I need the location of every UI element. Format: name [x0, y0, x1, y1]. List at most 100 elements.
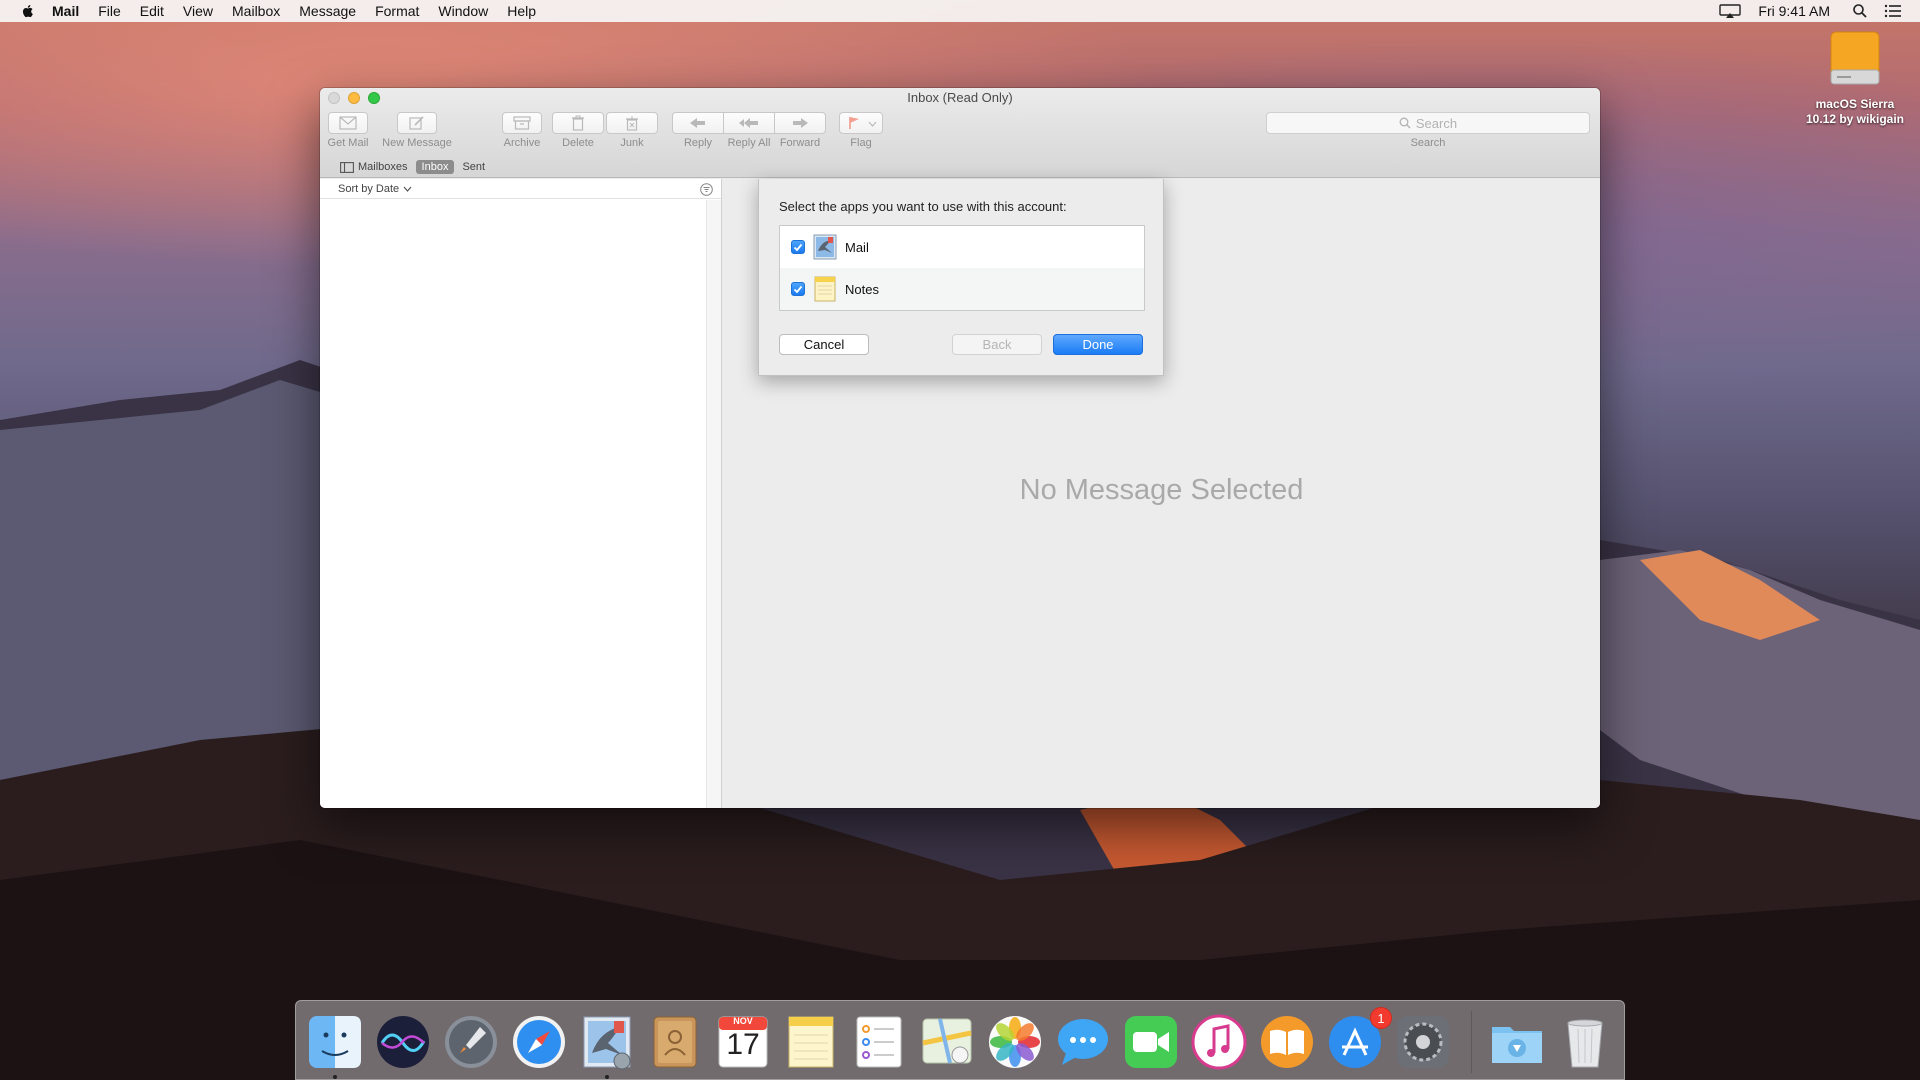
menu-format[interactable]: Format [375, 3, 419, 19]
dock-maps[interactable] [918, 1013, 976, 1071]
forward-label: Forward [779, 137, 821, 149]
flag-label: Flag [850, 137, 872, 149]
ibooks-icon [1261, 1016, 1313, 1068]
launchpad-icon [445, 1016, 497, 1068]
mailboxes-toggle[interactable]: Mailboxes [334, 160, 414, 174]
messages-icon [1058, 1019, 1108, 1065]
airplay-icon[interactable] [1718, 3, 1742, 19]
done-button[interactable]: Done [1053, 334, 1143, 355]
delete-button[interactable] [552, 112, 604, 134]
photos-icon [989, 1016, 1041, 1068]
notes-icon [788, 1016, 834, 1068]
envelope-icon [339, 116, 357, 130]
dock: NOV 17 1 [295, 1000, 1625, 1080]
forward-button[interactable] [774, 112, 826, 134]
archive-button[interactable] [502, 112, 542, 134]
dock-app-store[interactable]: 1 [1326, 1007, 1392, 1071]
menu-view[interactable]: View [183, 3, 213, 19]
dock-contacts[interactable] [646, 1013, 704, 1071]
sort-by-date-button[interactable]: Sort by Date [338, 183, 399, 195]
dock-system-preferences[interactable] [1394, 1013, 1452, 1071]
compose-icon [409, 116, 424, 130]
dock-safari[interactable] [510, 1013, 568, 1071]
dock-calendar[interactable]: NOV 17 [714, 1013, 772, 1071]
mail-checkbox[interactable] [791, 240, 805, 254]
dock-mail[interactable] [578, 1013, 636, 1071]
dock-separator [1471, 1011, 1472, 1073]
search-field[interactable]: Search [1266, 112, 1590, 134]
account-apps-sheet: Select the apps you want to use with thi… [758, 179, 1164, 376]
mail-app-icon [813, 234, 837, 260]
message-list-scrollbar[interactable] [706, 200, 721, 808]
reply-icon [690, 118, 705, 128]
inbox-label: Inbox [421, 161, 449, 173]
new-message-label: New Message [382, 137, 452, 149]
checkmark-icon [793, 243, 803, 251]
app-row-mail[interactable]: Mail [780, 226, 1144, 268]
downloads-folder-icon [1492, 1027, 1542, 1063]
flag-icon [849, 117, 859, 129]
dock-photos[interactable] [986, 1013, 1044, 1071]
message-list[interactable]: Sort by Date [320, 179, 722, 808]
filter-icon[interactable] [700, 183, 713, 196]
system-preferences-icon [1397, 1016, 1449, 1068]
notes-checkbox[interactable] [791, 282, 805, 296]
menu-clock[interactable]: Fri 9:41 AM [1758, 3, 1830, 19]
junk-icon [626, 116, 638, 131]
app-label-mail: Mail [845, 239, 869, 255]
desktop-drive[interactable]: macOS Sierra 10.12 by wikigain [1800, 30, 1910, 127]
cancel-button[interactable]: Cancel [779, 334, 869, 355]
archive-icon [513, 116, 531, 130]
search-label: Search [1410, 137, 1446, 149]
apple-icon[interactable] [20, 3, 36, 19]
sent-label: Sent [462, 161, 486, 173]
reply-all-button[interactable] [723, 112, 775, 134]
facetime-icon [1125, 1016, 1177, 1068]
app-list: Mail Notes [779, 225, 1145, 311]
app-store-badge: 1 [1370, 1007, 1392, 1029]
flag-button[interactable] [839, 112, 883, 134]
dock-notes[interactable] [782, 1013, 840, 1071]
dock-ibooks[interactable] [1258, 1013, 1316, 1071]
favorite-sent[interactable]: Sent [456, 160, 491, 174]
menu-help[interactable]: Help [507, 3, 536, 19]
junk-button[interactable] [606, 112, 658, 134]
mailboxes-label: Mailboxes [358, 161, 408, 173]
app-row-notes[interactable]: Notes [780, 268, 1144, 310]
window-toolbar: Inbox (Read Only) Get Mail New Message A… [320, 88, 1600, 178]
mail-window: Inbox (Read Only) Get Mail New Message A… [320, 88, 1600, 808]
dock-reminders[interactable] [850, 1013, 908, 1071]
chevron-down-icon [868, 121, 877, 127]
notification-center-icon[interactable] [1884, 3, 1902, 19]
menu-window[interactable]: Window [438, 3, 488, 19]
menu-file[interactable]: File [98, 3, 121, 19]
new-message-button[interactable] [397, 112, 437, 134]
app-label-notes: Notes [845, 281, 879, 297]
menu-message[interactable]: Message [299, 3, 356, 19]
calendar-day: 17 [726, 1028, 760, 1061]
finder-icon [309, 1016, 361, 1068]
dock-messages[interactable] [1054, 1013, 1112, 1071]
contacts-icon [653, 1016, 697, 1068]
dock-itunes[interactable] [1190, 1013, 1248, 1071]
reply-button[interactable] [672, 112, 724, 134]
favorite-inbox[interactable]: Inbox [415, 160, 455, 174]
dock-downloads[interactable] [1488, 1013, 1546, 1071]
empty-state-text: No Message Selected [1019, 474, 1304, 506]
menu-edit[interactable]: Edit [140, 3, 164, 19]
checkmark-icon [793, 285, 803, 293]
reminders-icon [856, 1016, 902, 1068]
dock-facetime[interactable] [1122, 1013, 1180, 1071]
siri-icon [377, 1016, 429, 1068]
search-placeholder: Search [1415, 115, 1458, 131]
get-mail-button[interactable] [328, 112, 368, 134]
dock-siri[interactable] [374, 1013, 432, 1071]
dock-trash[interactable] [1556, 1013, 1614, 1071]
dock-finder[interactable] [306, 1013, 364, 1071]
menu-app-name[interactable]: Mail [52, 3, 79, 19]
delete-label: Delete [562, 137, 594, 149]
dock-launchpad[interactable] [442, 1013, 500, 1071]
menu-mailbox[interactable]: Mailbox [232, 3, 280, 19]
back-button[interactable]: Back [952, 334, 1042, 355]
spotlight-icon[interactable] [1852, 3, 1868, 19]
